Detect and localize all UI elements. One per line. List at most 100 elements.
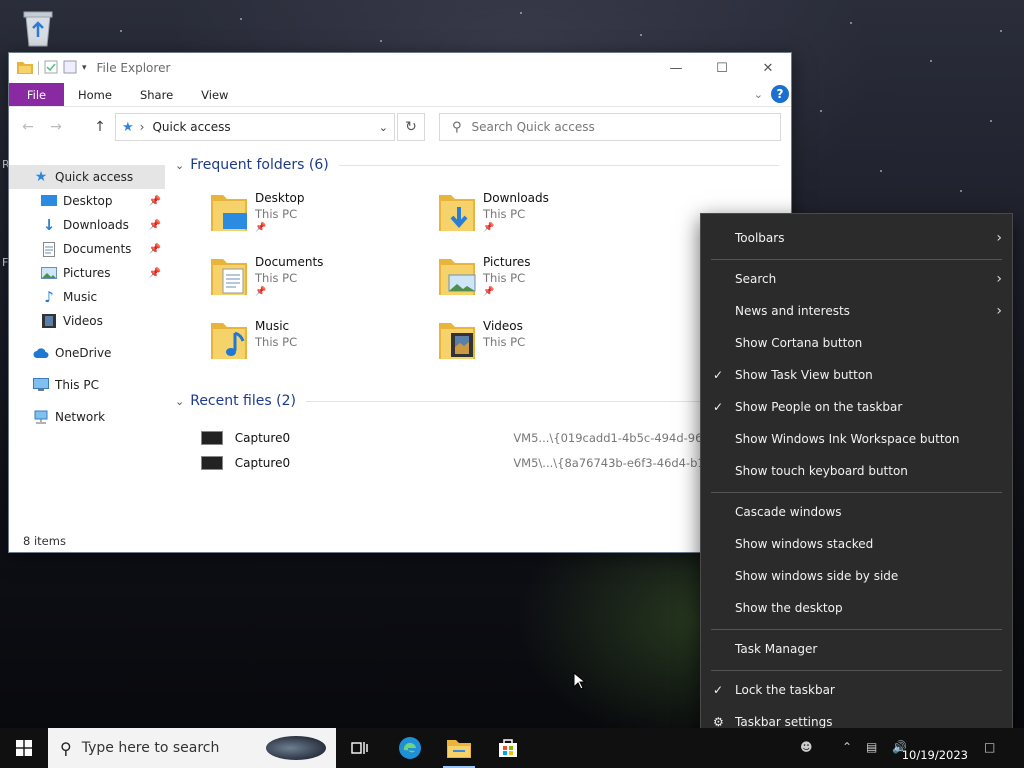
sidebar-item-music[interactable]: ♪ Music <box>9 285 165 309</box>
menu-item-toolbars[interactable]: Toolbars › <box>701 224 1012 252</box>
menu-item-cascade-windows[interactable]: Cascade windows <box>701 498 1012 526</box>
tab-home[interactable]: Home <box>64 83 126 106</box>
edge-icon <box>399 737 421 759</box>
sidebar-item-videos[interactable]: Videos <box>9 309 165 333</box>
task-view-icon <box>351 742 368 754</box>
address-bar[interactable]: ★ › Quick access ⌄ <box>115 113 395 141</box>
chevron-down-icon[interactable]: ⌄ <box>379 121 388 134</box>
sidebar-item-desktop[interactable]: Desktop 📌 <box>9 189 165 213</box>
menu-item-show-touch-keyboard[interactable]: Show touch keyboard button <box>701 457 1012 485</box>
sidebar-item-this-pc[interactable]: This PC <box>9 373 165 397</box>
sidebar-item-documents[interactable]: Documents 📌 <box>9 237 165 261</box>
pin-icon: 📌 <box>483 223 495 233</box>
frequent-folders-header[interactable]: ⌄ Frequent folders (6) <box>175 157 779 173</box>
refresh-button[interactable]: ↻ <box>397 113 425 141</box>
file-explorer-button[interactable] <box>435 728 483 768</box>
sidebar-item-onedrive[interactable]: OneDrive <box>9 341 165 365</box>
microsoft-store-button[interactable] <box>484 728 532 768</box>
recent-file-name: Capture0 <box>234 456 291 470</box>
folder-tile-downloads[interactable]: Downloads This PC 📌 <box>437 191 657 247</box>
forward-arrow-icon[interactable]: → <box>45 117 67 137</box>
sidebar-item-label: Documents <box>63 242 132 256</box>
customize-toolbar-icon[interactable]: ▾ <box>82 63 87 73</box>
menu-item-label: News and interests <box>735 304 850 318</box>
new-folder-icon[interactable] <box>63 60 77 77</box>
group-title: Recent files (2) <box>190 393 296 409</box>
menu-item-label: Show windows stacked <box>735 537 874 551</box>
show-hidden-icons-icon[interactable]: ⌃ <box>842 740 852 754</box>
menu-item-show-windows-side-by-side[interactable]: Show windows side by side <box>701 562 1012 590</box>
properties-icon[interactable] <box>44 60 58 77</box>
folder-tile-music[interactable]: Music This PC <box>209 319 429 375</box>
notifications-icon[interactable]: □ <box>984 740 995 754</box>
folder-name: Documents <box>255 255 324 269</box>
pin-icon[interactable]: 📌 <box>149 244 161 255</box>
folder-tile-videos[interactable]: Videos This PC <box>437 319 657 375</box>
gear-icon: ⚙ <box>713 715 724 729</box>
minimize-button[interactable]: — <box>653 53 699 83</box>
people-icon[interactable]: ☻ <box>800 740 813 754</box>
pin-icon[interactable]: 📌 <box>149 220 161 231</box>
chevron-down-icon[interactable]: ⌄ <box>175 159 184 172</box>
menu-item-label: Show windows side by side <box>735 569 899 583</box>
help-icon[interactable]: ? <box>771 85 789 103</box>
title-bar[interactable]: ▾ File Explorer — ☐ ✕ <box>9 53 791 83</box>
sidebar-item-label: Desktop <box>63 194 113 208</box>
sidebar-item-quick-access[interactable]: ★ Quick access <box>9 165 165 189</box>
sidebar-item-label: Videos <box>63 314 103 328</box>
back-arrow-icon[interactable]: ← <box>17 117 39 137</box>
menu-item-search[interactable]: Search › <box>701 265 1012 293</box>
menu-item-show-windows-stacked[interactable]: Show windows stacked <box>701 530 1012 558</box>
menu-item-show-the-desktop[interactable]: Show the desktop <box>701 594 1012 622</box>
start-button[interactable] <box>0 728 48 768</box>
menu-separator <box>711 629 1002 630</box>
document-icon <box>41 241 57 257</box>
recent-file-row[interactable]: Capture0 VM5\...\{8a76743b-e6f3-46d4-b18… <box>201 452 701 474</box>
edge-browser-button[interactable] <box>386 728 434 768</box>
recent-files-header[interactable]: ⌄ Recent files (2) <box>175 393 706 409</box>
tab-view[interactable]: View <box>187 83 242 106</box>
menu-item-show-windows-ink[interactable]: Show Windows Ink Workspace button <box>701 425 1012 453</box>
taskbar-search-placeholder: Type here to search <box>81 740 220 756</box>
expand-ribbon-icon[interactable]: ⌄ <box>754 88 763 101</box>
task-view-button[interactable] <box>336 728 384 768</box>
sidebar-item-network[interactable]: Network <box>9 405 165 429</box>
tab-share[interactable]: Share <box>126 83 187 106</box>
close-button[interactable]: ✕ <box>745 53 791 83</box>
sidebar-item-pictures[interactable]: Pictures 📌 <box>9 261 165 285</box>
tab-file[interactable]: File <box>9 83 64 106</box>
folder-tile-desktop[interactable]: Desktop This PC 📌 <box>209 191 429 247</box>
pin-icon[interactable]: 📌 <box>149 196 161 207</box>
mouse-cursor-icon <box>573 671 587 693</box>
menu-item-task-manager[interactable]: Task Manager <box>701 635 1012 663</box>
breadcrumb-chevron-icon[interactable]: › <box>140 120 145 134</box>
taskbar-date[interactable]: 10/19/2023 <box>902 748 968 762</box>
menu-item-news-and-interests[interactable]: News and interests › <box>701 297 1012 325</box>
folder-location: This PC <box>483 207 526 221</box>
taskbar[interactable]: ⚲ Type here to search ☻ ⌃ ▤ 🔊 10/19/2023… <box>0 728 1024 768</box>
folder-location: This PC <box>255 207 298 221</box>
up-arrow-icon[interactable]: ↑ <box>89 117 111 137</box>
network-tray-icon[interactable]: ▤ <box>866 740 877 754</box>
sidebar-item-label: Music <box>63 290 98 304</box>
search-box[interactable]: ⚲ Search Quick access <box>439 113 781 141</box>
chevron-down-icon[interactable]: ⌄ <box>175 395 184 408</box>
folder-tile-pictures[interactable]: Pictures This PC 📌 <box>437 255 657 311</box>
maximize-button[interactable]: ☐ <box>699 53 745 83</box>
recycle-bin-icon[interactable] <box>18 6 58 48</box>
menu-item-show-cortana-button[interactable]: Show Cortana button <box>701 329 1012 357</box>
folder-tile-documents[interactable]: Documents This PC 📌 <box>209 255 429 311</box>
taskbar-search-box[interactable]: ⚲ Type here to search <box>48 728 336 768</box>
store-icon <box>499 739 517 757</box>
menu-item-show-task-view-button[interactable]: ✓ Show Task View button <box>701 361 1012 389</box>
ribbon-right-controls: ⌄ ? <box>754 85 789 103</box>
folder-name: Desktop <box>255 191 305 205</box>
pin-icon[interactable]: 📌 <box>149 268 161 279</box>
menu-separator <box>711 670 1002 671</box>
menu-item-show-people[interactable]: ✓ Show People on the taskbar <box>701 393 1012 421</box>
recent-file-row[interactable]: Capture0 VM5...\{019cadd1-4b5c-494d-96bd <box>201 427 701 449</box>
pin-icon: 📌 <box>255 287 267 297</box>
star-icon: ★ <box>34 169 48 185</box>
sidebar-item-downloads[interactable]: ↓ Downloads 📌 <box>9 213 165 237</box>
menu-item-lock-the-taskbar[interactable]: ✓ Lock the taskbar <box>701 676 1012 704</box>
